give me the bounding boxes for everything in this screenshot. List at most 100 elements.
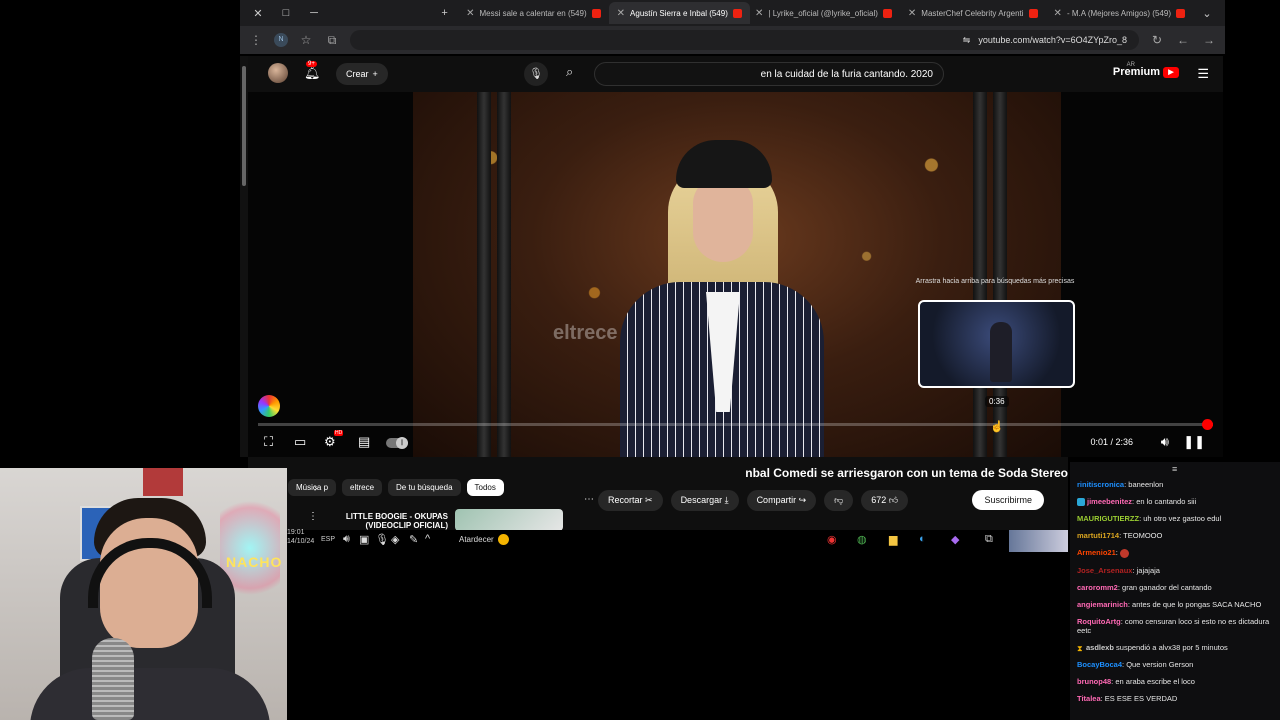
preview-figure xyxy=(990,322,1012,382)
close-window-button[interactable]: ✕ xyxy=(244,7,272,20)
hamburger-menu-icon[interactable]: ☰ xyxy=(1197,66,1209,82)
chat-username[interactable]: asdlexb xyxy=(1086,643,1114,652)
notifications-bell-icon[interactable]: 🔔︎ xyxy=(304,65,321,81)
weather-widget[interactable]: Atardecer xyxy=(459,534,509,545)
tab-close-icon[interactable]: ✕ xyxy=(755,8,763,19)
tray-app-icon[interactable]: ◈ xyxy=(391,533,399,546)
more-actions-icon[interactable]: ⋯ xyxy=(584,494,594,505)
app-icon-record[interactable]: ◉ xyxy=(827,533,837,546)
chat-username[interactable]: RoquitoArtg xyxy=(1077,617,1121,626)
profile-avatar[interactable]: N xyxy=(274,33,288,47)
account-avatar[interactable] xyxy=(268,63,288,83)
share-button[interactable]: ↪ Compartir xyxy=(746,490,817,511)
file-explorer-icon[interactable]: ▆ xyxy=(889,533,897,546)
page-scrollbar[interactable] xyxy=(240,56,248,457)
taskbar-preview-thumbnail[interactable] xyxy=(1009,530,1068,552)
forward-arrow-icon[interactable]: ← xyxy=(1175,33,1191,47)
chat-text: gran ganador del cantando xyxy=(1122,582,1212,592)
create-button[interactable]: Crear + xyxy=(336,63,388,85)
chat-username[interactable]: jimeebenitez xyxy=(1087,497,1132,506)
browser-tab[interactable]: (549) Agustín Sierra e Inbal ✕ xyxy=(608,2,750,24)
window-chevron-icon[interactable]: ⌄ xyxy=(1193,7,1221,20)
tray-app-icon[interactable]: ✎ xyxy=(409,533,418,546)
chat-message: caroromm2: gran ganador del cantando xyxy=(1077,583,1277,592)
filter-chip[interactable]: eltrece xyxy=(342,479,383,496)
volume-icon[interactable]: 🔊︎ xyxy=(1161,434,1169,450)
recommended-title[interactable]: LITTLE BOOGIE - OKUPAS (VIDEOCLIP OFICIA… xyxy=(338,512,448,530)
youtube-premium-logo[interactable]: Premium ▶ xyxy=(1113,66,1179,78)
reload-icon[interactable]: ↻ xyxy=(1149,33,1165,47)
tab-favicon-icon xyxy=(1028,8,1038,18)
settings-gear-icon[interactable]: ⚙ xyxy=(324,434,336,450)
subtitles-icon[interactable]: ▤ xyxy=(358,434,370,450)
stream-capture: ⌄ (549) M.A (Mejores Amigos) - ✕ MasterChe… xyxy=(0,0,1280,720)
browser-tab[interactable]: (549) Messi sale a calentar en ✕ xyxy=(459,2,609,24)
chat-username[interactable]: Titalea xyxy=(1077,694,1101,703)
tune-icon[interactable]: ⇋ xyxy=(963,35,971,46)
filter-chip[interactable]: De tu búsqueda xyxy=(388,479,461,496)
tab-close-icon[interactable]: ✕ xyxy=(466,8,474,19)
new-tab-button[interactable]: + xyxy=(431,7,459,19)
progress-bar[interactable] xyxy=(258,419,1213,430)
screenshot-icon[interactable]: ⧉ xyxy=(324,33,340,48)
progress-scrubber-handle[interactable] xyxy=(1202,419,1213,430)
chat-username[interactable]: rinitiscronica xyxy=(1077,480,1124,489)
subscribe-button[interactable]: Suscribirme xyxy=(972,490,1044,510)
chat-username[interactable]: MAURIGUTIERZZ xyxy=(1077,514,1139,523)
pause-icon[interactable]: ❚❚ xyxy=(1183,434,1205,450)
video-player[interactable]: eltrece Arrastra hacia arriba para búsqu… xyxy=(248,92,1223,457)
channel-watermark: eltrece xyxy=(553,322,618,344)
language-indicator[interactable]: ESP xyxy=(321,536,335,543)
browser-tab[interactable]: (549) M.A (Mejores Amigos) - ✕ xyxy=(1046,2,1193,24)
chat-username[interactable]: BocayBoca4 xyxy=(1077,660,1122,669)
download-button[interactable]: ⤓ Descargar xyxy=(670,490,739,511)
task-view-icon[interactable]: ⧉ xyxy=(985,533,993,546)
search-icon[interactable]: ⌕ xyxy=(566,64,573,80)
tab-label: Lyrike_oficial (@lyrike_oficial) | xyxy=(768,8,878,18)
theater-mode-icon[interactable]: ▭ xyxy=(294,434,306,450)
network-icon[interactable]: ▣ xyxy=(359,533,369,546)
browser-tab[interactable]: MasterChef Celebrity Argenti ✕ xyxy=(900,2,1046,24)
chat-username[interactable]: martuti1714 xyxy=(1077,531,1119,540)
search-input[interactable]: en la cuidad de la furia cantando. 2020 xyxy=(594,62,944,86)
tab-close-icon[interactable]: ✕ xyxy=(617,8,625,19)
recommended-menu-icon[interactable]: ⋮ xyxy=(308,511,318,522)
url-field[interactable]: ⇋ youtube.com/watch?v=6O4ZYpZro_8 xyxy=(350,30,1139,50)
clip-label: Recortar xyxy=(608,495,643,505)
video-actions: 👍︎ 672 👎︎ ↪ Compartir ⤓ Descargar ✂ Reco… xyxy=(598,490,909,511)
autoplay-toggle[interactable]: ∥ xyxy=(386,437,408,449)
minimize-button[interactable]: ─ xyxy=(300,7,328,19)
browser-tab[interactable]: Lyrike_oficial (@lyrike_oficial) | ✕ xyxy=(750,2,900,24)
chrome-icon[interactable]: ◍ xyxy=(857,533,867,546)
like-button[interactable]: 👍︎ 672 xyxy=(861,490,909,511)
chat-message: martuti1714: TEOMOOO xyxy=(1077,531,1277,540)
recommended-thumbnail[interactable] xyxy=(455,509,563,531)
chat-username[interactable]: Jose_Arsenaux xyxy=(1077,566,1132,575)
filter-chip[interactable]: Música p xyxy=(288,479,337,496)
chat-username[interactable]: Armenio21 xyxy=(1077,548,1116,557)
edge-icon[interactable]: ◐ xyxy=(919,533,926,545)
chat-username[interactable]: angiemarinich xyxy=(1077,600,1128,609)
microphone-tray-icon[interactable]: 🎙︎ xyxy=(375,533,389,546)
back-arrow-icon[interactable]: → xyxy=(1201,33,1217,47)
bookmark-star-icon[interactable]: ☆ xyxy=(298,33,314,47)
tray-expand-chevron-icon[interactable]: ^ xyxy=(425,533,430,545)
chat-username[interactable]: caroromm2 xyxy=(1077,583,1118,592)
tab-close-icon[interactable]: ✕ xyxy=(1054,8,1062,19)
speaker-icon[interactable]: 🔊︎ xyxy=(343,533,350,546)
chips-next-chevron-icon[interactable]: › xyxy=(314,483,317,494)
voice-search-mic-icon[interactable]: 🎙︎ xyxy=(524,62,548,86)
app-icon-purple[interactable]: ◆ xyxy=(951,533,959,546)
fullscreen-icon[interactable]: ⛶ xyxy=(264,434,273,450)
taskbar-clock[interactable]: 19:01 14/10/24 xyxy=(287,528,314,546)
maximize-button[interactable]: □ xyxy=(272,7,300,19)
filter-chip[interactable]: Todos xyxy=(466,479,504,496)
tab-close-icon[interactable]: ✕ xyxy=(908,8,916,19)
scrollbar-thumb[interactable] xyxy=(242,66,246,186)
clip-button[interactable]: ✂ Recortar xyxy=(598,490,663,511)
dislike-button[interactable]: 👎︎ xyxy=(824,490,854,511)
address-bar: → ← ↻ ⇋ youtube.com/watch?v=6O4ZYpZro_8 … xyxy=(240,26,1225,54)
browser-menu-icon[interactable]: ⋮ xyxy=(248,33,264,47)
chat-pin-icon[interactable]: ≡ xyxy=(1172,464,1177,474)
chat-username[interactable]: brunop48 xyxy=(1077,677,1111,686)
